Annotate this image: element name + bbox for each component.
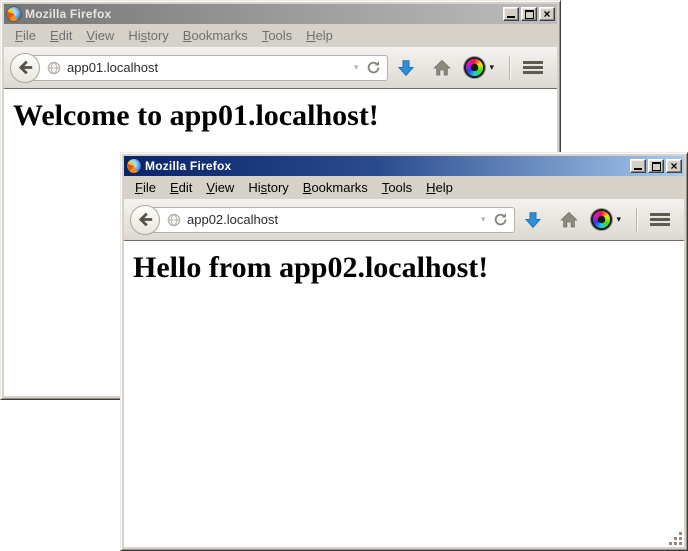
url-dropdown-icon[interactable]: ▾: [352, 62, 361, 73]
download-button[interactable]: [524, 211, 542, 229]
close-button[interactable]: ×: [666, 159, 682, 173]
menu-edit[interactable]: Edit: [43, 26, 79, 45]
globe-icon[interactable]: [47, 61, 61, 75]
window-title: Mozilla Firefox: [25, 7, 499, 21]
url-text[interactable]: app02.localhost: [187, 212, 473, 227]
firefox-logo-icon[interactable]: [7, 7, 21, 21]
window-controls: ×: [503, 7, 555, 21]
menu-history[interactable]: History: [241, 178, 295, 197]
color-wheel-addon-icon: [593, 211, 610, 228]
toolbar-separator: [636, 208, 637, 232]
menu-file[interactable]: File: [128, 178, 163, 197]
minimize-button[interactable]: [630, 159, 646, 173]
window-controls: ×: [630, 159, 682, 173]
close-icon: ×: [543, 9, 550, 19]
window-title: Mozilla Firefox: [145, 159, 626, 173]
maximize-button[interactable]: [521, 7, 537, 21]
firefox-logo-icon[interactable]: [127, 159, 141, 173]
home-icon: [560, 211, 578, 229]
menu-tools[interactable]: Tools: [375, 178, 419, 197]
back-button[interactable]: [130, 205, 160, 235]
menu-help[interactable]: Help: [299, 26, 340, 45]
minimize-icon: [634, 168, 642, 170]
menu-panel-button[interactable]: [523, 61, 543, 74]
firefox-window-app02: Mozilla Firefox × File Edit View History…: [120, 152, 688, 551]
menu-view[interactable]: View: [199, 178, 241, 197]
download-icon: [397, 59, 415, 77]
url-bar[interactable]: app01.localhost ▾: [24, 55, 388, 81]
url-bar[interactable]: app02.localhost ▾: [144, 207, 515, 233]
menu-history[interactable]: History: [121, 26, 175, 45]
close-button[interactable]: ×: [539, 7, 555, 21]
page-heading: Hello from app02.localhost!: [133, 251, 684, 285]
home-button[interactable]: [433, 59, 451, 77]
menu-bar: File Edit View History Bookmarks Tools H…: [4, 24, 557, 47]
addon-caret-icon[interactable]: ▾: [616, 214, 621, 225]
minimize-button[interactable]: [503, 7, 519, 21]
maximize-button[interactable]: [648, 159, 664, 173]
titlebar[interactable]: Mozilla Firefox ×: [4, 4, 557, 24]
addon-button[interactable]: ▾: [593, 211, 621, 228]
back-arrow-icon: [17, 59, 34, 76]
addon-caret-icon[interactable]: ▾: [489, 62, 494, 73]
menu-bar: File Edit View History Bookmarks Tools H…: [124, 176, 684, 199]
back-button[interactable]: [10, 53, 40, 83]
menu-view[interactable]: View: [79, 26, 121, 45]
page-content-app02: Hello from app02.localhost!: [124, 241, 684, 547]
menu-edit[interactable]: Edit: [163, 178, 199, 197]
reload-icon[interactable]: [493, 212, 508, 227]
globe-icon[interactable]: [167, 213, 181, 227]
menu-file[interactable]: File: [8, 26, 43, 45]
menu-bookmarks[interactable]: Bookmarks: [176, 26, 255, 45]
color-wheel-addon-icon: [466, 59, 483, 76]
download-button[interactable]: [397, 59, 415, 77]
navigation-toolbar: app02.localhost ▾ ▾: [124, 199, 684, 241]
home-icon: [433, 59, 451, 77]
menu-panel-button[interactable]: [650, 213, 670, 226]
maximize-icon: [652, 162, 661, 171]
menu-tools[interactable]: Tools: [255, 26, 299, 45]
home-button[interactable]: [560, 211, 578, 229]
url-text[interactable]: app01.localhost: [67, 60, 346, 75]
addon-button[interactable]: ▾: [466, 59, 494, 76]
minimize-icon: [507, 16, 515, 18]
maximize-icon: [525, 10, 534, 19]
titlebar[interactable]: Mozilla Firefox ×: [124, 156, 684, 176]
close-icon: ×: [670, 161, 677, 171]
download-icon: [524, 211, 542, 229]
menu-bookmarks[interactable]: Bookmarks: [296, 178, 375, 197]
back-arrow-icon: [137, 211, 154, 228]
desktop: Mozilla Firefox × File Edit View History…: [0, 0, 688, 551]
toolbar-separator: [509, 56, 510, 80]
url-dropdown-icon[interactable]: ▾: [479, 214, 488, 225]
hamburger-icon: [650, 213, 670, 216]
page-heading: Welcome to app01.localhost!: [13, 99, 557, 133]
resize-grip[interactable]: [668, 531, 682, 545]
navigation-toolbar: app01.localhost ▾ ▾: [4, 47, 557, 89]
menu-help[interactable]: Help: [419, 178, 460, 197]
hamburger-icon: [523, 61, 543, 64]
reload-icon[interactable]: [366, 60, 381, 75]
